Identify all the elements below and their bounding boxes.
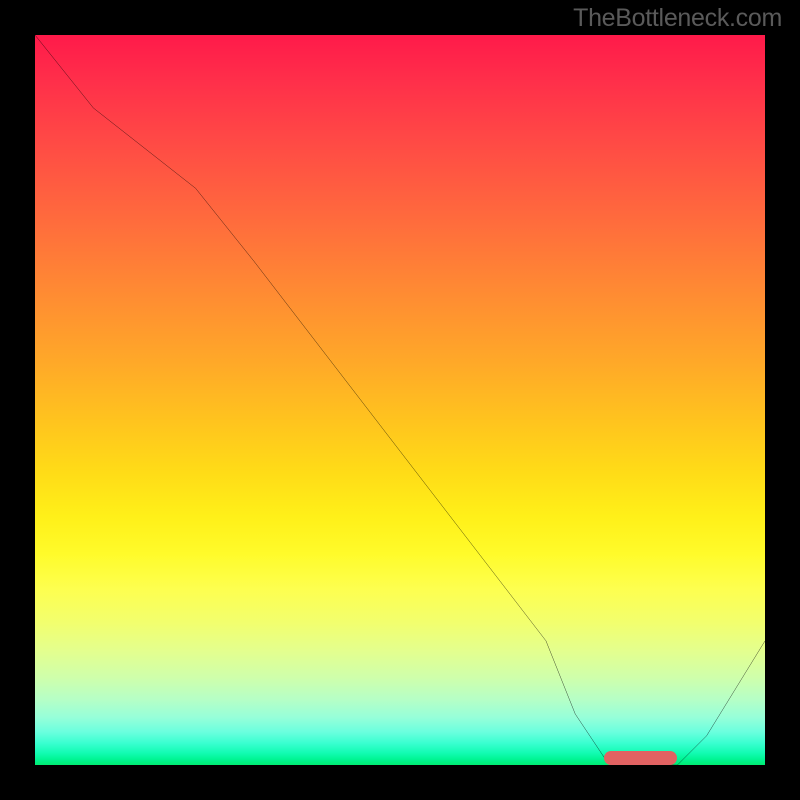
chart-gradient-background: [35, 35, 765, 765]
watermark-text: TheBottleneck.com: [573, 4, 782, 33]
optimal-range-marker: [604, 751, 677, 765]
